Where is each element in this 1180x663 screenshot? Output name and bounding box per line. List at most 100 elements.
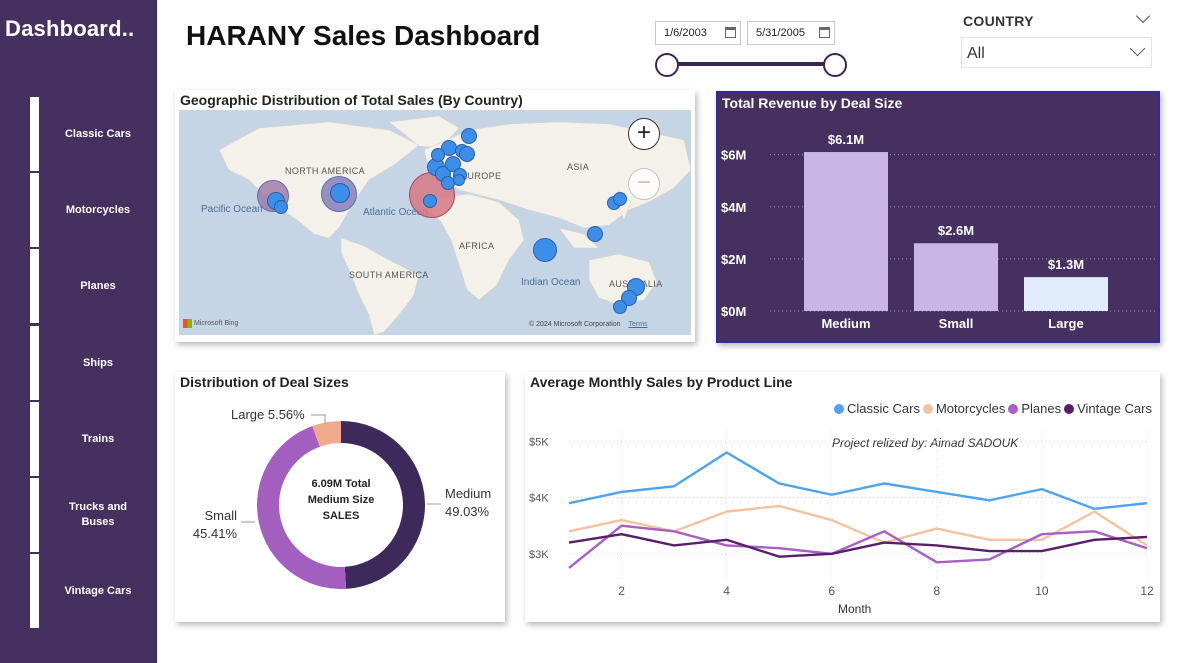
donut-label-large: Large 5.56%	[231, 407, 305, 422]
nav-item-planes[interactable]: Planes	[30, 249, 158, 323]
nav-indicator	[30, 554, 39, 628]
revenue-bar-small[interactable]	[914, 243, 998, 311]
revenue-bar-medium[interactable]	[804, 152, 888, 311]
donut-center-line: SALES	[322, 510, 360, 522]
map-attribution: © 2024 Microsoft Corporation Terms	[529, 321, 648, 328]
page-title: HARANY Sales Dashboard	[186, 20, 541, 51]
zoom-out-button[interactable]: −	[628, 168, 660, 200]
revenue-category-label: Large	[1048, 316, 1083, 331]
revenue-y-tick: $4M	[721, 200, 746, 215]
donut-leader-line	[311, 414, 326, 424]
map-label-indian-ocean: Indian Ocean	[521, 277, 581, 288]
map-bubble[interactable]	[613, 300, 627, 314]
date-range-end-handle[interactable]	[823, 53, 847, 77]
series-line-motorcycles[interactable]	[568, 504, 1148, 547]
map-title: Geographic Distribution of Total Sales (…	[180, 92, 523, 108]
donut-center-text: 6.09M Total Medium Size SALES	[281, 476, 401, 524]
map-bubble[interactable]	[330, 183, 350, 203]
map-bubble[interactable]	[431, 148, 445, 162]
map-bubble[interactable]	[613, 192, 627, 206]
end-date-input[interactable]: 5/31/2005	[747, 21, 835, 45]
nav-item-trains[interactable]: Trains	[30, 402, 158, 476]
nav-indicator	[30, 249, 39, 323]
map-bubble[interactable]	[461, 128, 477, 144]
revenue-y-tick: $2M	[721, 252, 746, 267]
map-label-europe: EUROPE	[461, 171, 502, 181]
line-x-tick: 12	[1140, 584, 1154, 598]
map-bubble[interactable]	[459, 146, 475, 162]
map-bubble[interactable]	[423, 194, 437, 208]
calendar-icon[interactable]	[725, 27, 736, 38]
revenue-category-label: Small	[939, 316, 974, 331]
nav-item-trucks-and-buses[interactable]: Trucks and Buses	[30, 478, 158, 552]
donut-label-medium-pct: 49.03%	[445, 504, 490, 519]
map-bubble[interactable]	[587, 226, 603, 242]
nav-indicator	[30, 402, 39, 476]
country-slicer-label: COUNTRY	[963, 13, 1034, 29]
date-range-track[interactable]	[667, 62, 835, 66]
revenue-card: Total Revenue by Deal Size $0M $2M $4M $6M $…	[716, 91, 1160, 343]
revenue-y-tick: $0M	[721, 304, 746, 319]
revenue-data-label: $2.6M	[938, 223, 974, 238]
calendar-icon[interactable]	[819, 27, 830, 38]
start-date-input[interactable]: 1/6/2003	[655, 21, 741, 45]
donut-label-medium-name: Medium	[445, 486, 492, 501]
nav-indicator	[30, 173, 39, 247]
nav-label: Vintage Cars	[64, 584, 132, 597]
map-label-south-america: SOUTH AMERICA	[349, 270, 429, 280]
map-bubble-singapore[interactable]	[533, 238, 557, 262]
donut-center-line: Medium Size	[307, 494, 375, 506]
bing-logo: Microsoft Bing	[183, 319, 238, 328]
map-card: Geographic Distribution of Total Sales (…	[175, 90, 695, 342]
donut-center-line: 6.09M Total	[311, 478, 371, 490]
nav-label: Planes	[80, 279, 116, 292]
nav-indicator	[30, 478, 39, 552]
nav-item-classic-cars[interactable]: Classic Cars	[30, 97, 158, 171]
date-range-start-handle[interactable]	[655, 53, 679, 77]
map-label-north-america: NORTH AMERICA	[285, 166, 366, 176]
country-selected-value: All	[967, 45, 985, 62]
nav-label: Trucks and Buses	[68, 501, 128, 528]
map-label-pacific-ocean: Pacific Ocean	[201, 204, 263, 215]
map-label-africa: AFRICA	[459, 241, 495, 251]
map-copyright: © 2024 Microsoft Corporation	[529, 321, 621, 328]
revenue-y-tick: $6M	[721, 148, 746, 163]
nav-label: Ships	[83, 356, 113, 369]
line-y-tick: $5K	[529, 436, 549, 448]
nav-label: Motorcycles	[65, 203, 131, 216]
donut-label-small: Small 45.41%	[187, 507, 237, 543]
revenue-bar-chart: $0M $2M $4M $6M $6.1M Medium $2.6M Small $1.3M La…	[721, 132, 1158, 331]
revenue-data-label: $6.1M	[828, 132, 864, 147]
donut-label-small-pct: 45.41%	[192, 526, 237, 541]
start-date-value: 1/6/2003	[664, 27, 707, 39]
revenue-bar-large[interactable]	[1024, 277, 1108, 311]
revenue-data-label: $1.3M	[1048, 257, 1084, 272]
country-dropdown[interactable]: All	[961, 37, 1152, 68]
nav-item-motorcycles[interactable]: Motorcycles	[30, 173, 158, 247]
line-y-tick: $4K	[529, 493, 549, 505]
sidebar: Dashboard.. Classic Cars Motorcycles Pla…	[0, 0, 157, 663]
map-terms-link[interactable]: Terms	[629, 321, 648, 328]
line-x-tick: 2	[618, 584, 625, 598]
nav-item-ships[interactable]: Ships	[30, 326, 158, 400]
map-bubble[interactable]	[453, 174, 465, 186]
chevron-down-icon[interactable]	[1135, 8, 1151, 24]
nav-item-vintage-cars[interactable]: Vintage Cars	[30, 554, 158, 628]
donut-label-medium: Medium 49.03%	[445, 485, 491, 521]
nav-indicator	[30, 326, 39, 400]
bing-brand-text: Microsoft Bing	[194, 320, 239, 327]
line-x-tick: 8	[933, 584, 940, 598]
series-line-vintage-cars[interactable]	[568, 532, 1148, 558]
map-bubble[interactable]	[274, 200, 288, 214]
donut-card: Distribution of Deal Sizes 6.09M Total M…	[175, 372, 505, 622]
monthly-sales-line-chart: $3K $4K $5K 2 4 6 8 10 12	[529, 430, 1154, 598]
line-x-tick: 6	[828, 584, 835, 598]
microsoft-logo-icon	[183, 319, 192, 328]
nav-label: Classic Cars	[64, 127, 132, 140]
line-y-tick: $3K	[529, 549, 549, 561]
sidebar-title: Dashboard..	[5, 16, 135, 41]
series-line-classic-cars[interactable]	[568, 451, 1148, 511]
zoom-in-button[interactable]: +	[628, 118, 660, 150]
map-canvas[interactable]: NORTH AMERICA EUROPE ASIA AFRICA SOUTH A…	[179, 110, 691, 335]
revenue-category-label: Medium	[821, 316, 870, 331]
